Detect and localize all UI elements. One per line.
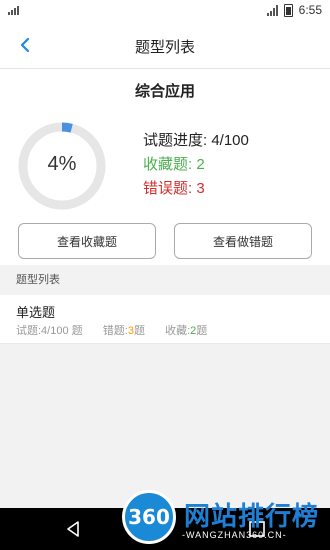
- summary-card: 综合应用 4% 试题进度: 4/100 收藏题: 2 错误题: 3 查看收藏题 …: [0, 69, 330, 265]
- wrong-prefix: 错题:: [102, 325, 128, 337]
- page-title: 题型列表: [134, 39, 195, 56]
- battery-icon: [283, 3, 293, 17]
- type-progress: 试题:4/100 题: [16, 325, 83, 337]
- status-time: 6:55: [298, 3, 322, 17]
- watermark-text: 网站排行榜: [184, 501, 320, 531]
- watermark: 360 网站排行榜 -WANGZHAN360.CN-: [118, 486, 328, 550]
- list-item[interactable]: 单选题 试题:4/100 题 错题:3题 收藏:2题: [0, 295, 330, 344]
- favorites-count: 收藏题: 2: [143, 156, 205, 173]
- errors-count: 错误题: 3: [143, 180, 205, 197]
- watermark-badge: 360: [122, 490, 176, 544]
- fav-suffix: 题: [196, 325, 208, 337]
- type-name: 单选题: [16, 305, 56, 320]
- view-favorites-button[interactable]: 查看收藏题: [18, 223, 156, 259]
- progress-percent: 4%: [47, 153, 77, 175]
- signal-icon: [8, 4, 19, 18]
- watermark-sub: -WANGZHAN360.CN-: [182, 530, 287, 540]
- section-label: 题型列表: [0, 266, 330, 294]
- status-bar: 6:55: [0, 0, 330, 22]
- category-title: 综合应用: [134, 83, 195, 100]
- wrong-suffix: 题: [133, 325, 145, 337]
- fav-prefix: 收藏:: [165, 325, 191, 337]
- header: 题型列表: [0, 22, 330, 69]
- nav-back-icon[interactable]: [60, 516, 86, 542]
- view-wrong-button[interactable]: 查看做错题: [174, 223, 312, 259]
- type-meta: 试题:4/100 题 错题:3题 收藏:2题: [16, 322, 207, 338]
- progress-text: 试题进度: 4/100: [143, 132, 249, 149]
- progress-ring: 4%: [17, 121, 107, 211]
- stats: 试题进度: 4/100 收藏题: 2 错误题: 3: [143, 129, 249, 201]
- cell-signal-icon: [266, 4, 278, 16]
